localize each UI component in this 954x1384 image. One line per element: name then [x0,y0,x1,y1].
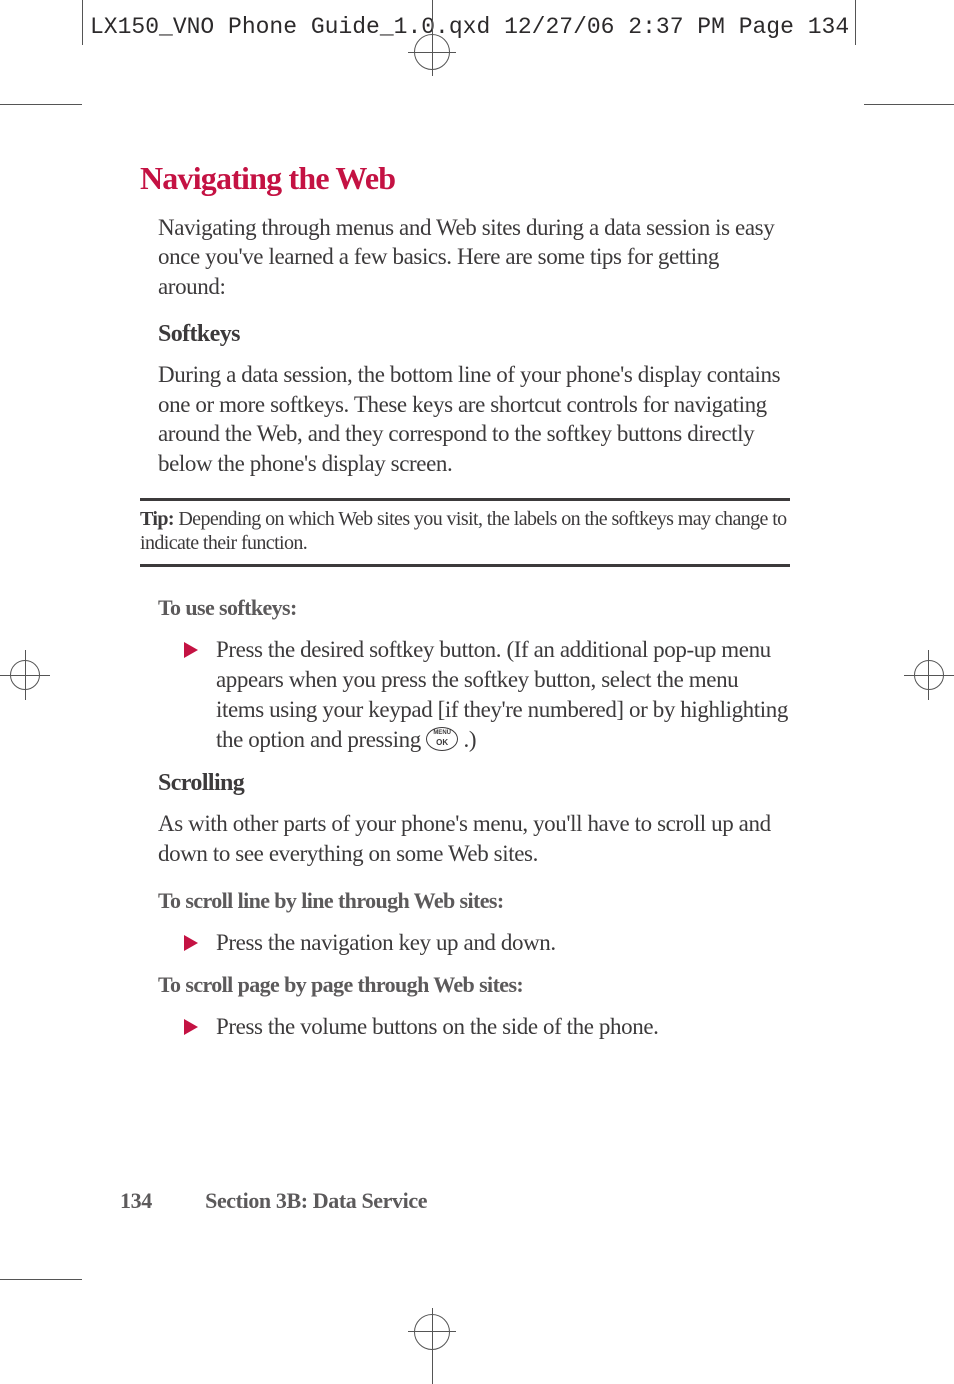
step-scroll-page: To scroll page by page through Web sites… [158,972,790,998]
scrolling-paragraph: As with other parts of your phone's menu… [158,809,790,868]
intro-paragraph: Navigating through menus and Web sites d… [158,213,790,301]
bullet-use-softkeys: Press the desired softkey button. (If an… [184,635,790,755]
bullet-arrow-icon [184,935,198,951]
tip-label: Tip: [140,508,174,530]
step-to-use-softkeys: To use softkeys: [158,595,790,621]
section-label: Section 3B: Data Service [205,1188,427,1213]
bullet-scroll-line: Press the navigation key up and down. [184,928,790,958]
bullet-arrow-icon [184,1019,198,1035]
page-footer: 134 Section 3B: Data Service [120,1188,427,1214]
bullet-scroll-page: Press the volume buttons on the side of … [184,1012,790,1042]
bullet-text: Press the navigation key up and down. [216,928,556,958]
page-number: 134 [120,1188,200,1214]
heading-navigating-the-web: Navigating the Web [140,160,790,197]
print-slug: LX150_VNO Phone Guide_1.0.qxd 12/27/06 2… [90,14,849,40]
registration-mark-left [0,650,50,700]
tip-box: Tip: Depending on which Web sites you vi… [140,498,790,567]
softkeys-paragraph: During a data session, the bottom line o… [158,360,790,478]
step-scroll-line: To scroll line by line through Web sites… [158,888,790,914]
bullet-arrow-icon [184,642,198,658]
page-content: Navigating the Web Navigating through me… [140,160,790,1056]
menu-ok-button-icon [426,727,458,751]
tip-text: Depending on which Web sites you visit, … [140,508,787,554]
crop-marks-bottom [0,1264,954,1384]
bullet-text: Press the volume buttons on the side of … [216,1012,659,1042]
subheading-softkeys: Softkeys [158,321,790,348]
bullet-text: Press the desired softkey button. (If an… [216,635,790,755]
registration-mark-right [904,650,954,700]
subheading-scrolling: Scrolling [158,770,790,797]
